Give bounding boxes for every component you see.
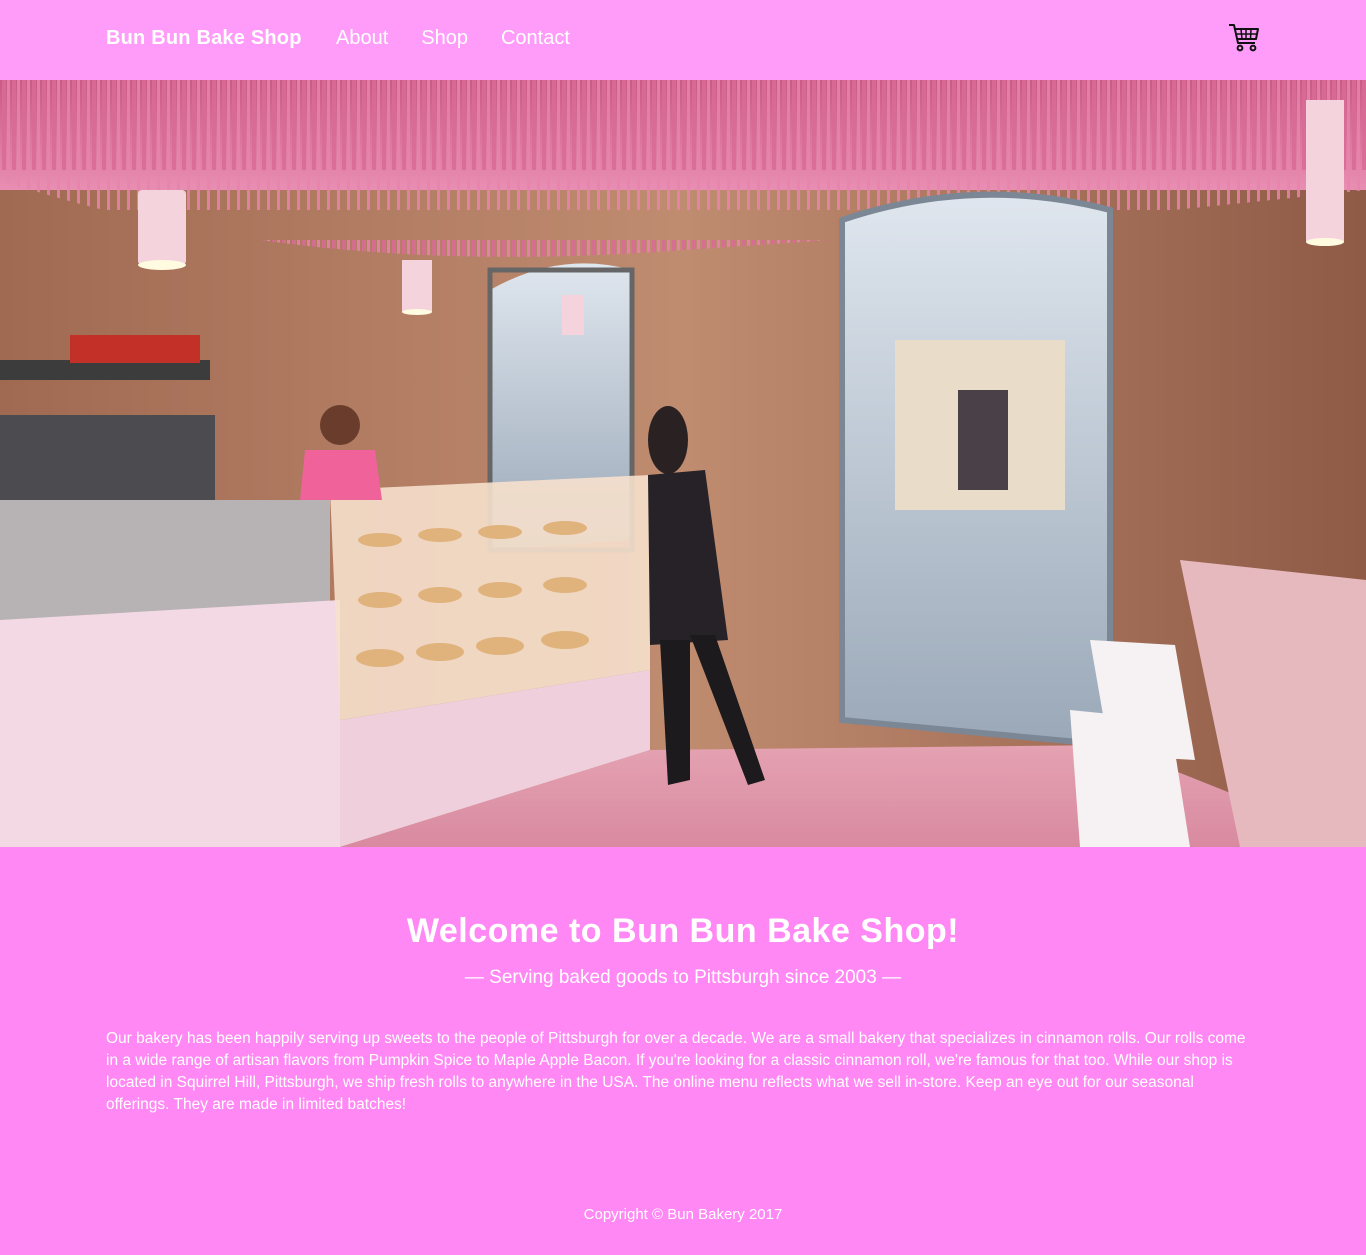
footer-copyright: Copyright © Bun Bakery 2017 [583,1206,783,1223]
tagline: — Serving baked goods to Pittsburgh sinc… [464,967,902,988]
main-nav: About Shop Contact [336,27,570,50]
shopping-cart-icon[interactable] [1227,22,1261,54]
nav-contact[interactable]: Contact [501,27,570,50]
site-header: Bun Bun Bake Shop About Shop Contact [0,0,1366,80]
nav-shop[interactable]: Shop [421,27,468,50]
welcome-heading: Welcome to Bun Bun Bake Shop! [406,912,960,950]
about-description: Our bakery has been happily serving up s… [106,1030,1246,1113]
brand-logo-link[interactable]: Bun Bun Bake Shop [106,27,302,50]
hero-bakery-interior-photo [0,80,1366,847]
nav-about[interactable]: About [336,27,388,50]
